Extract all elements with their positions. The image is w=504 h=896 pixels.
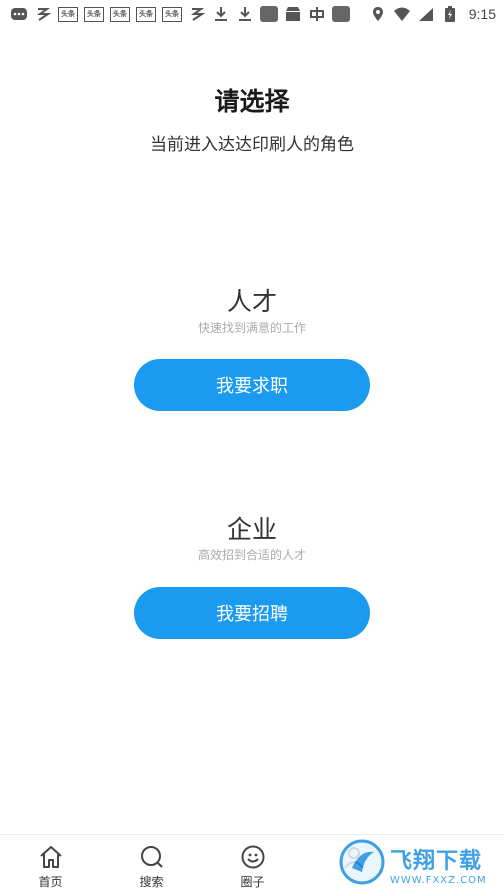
- wifi-icon: [393, 6, 411, 22]
- nav-label: 圈子: [240, 875, 265, 889]
- watermark-text-en: WWW.FXXZ.COM: [390, 874, 487, 886]
- role-description-enterprise: 高效招到合适的人才: [197, 548, 306, 562]
- nav-label: 首页: [38, 875, 63, 889]
- nav-item-home[interactable]: 首页: [0, 835, 101, 896]
- app-icon: [260, 6, 278, 22]
- news-icon: 头条: [110, 6, 130, 22]
- job-seek-button[interactable]: 我要求职: [134, 359, 370, 411]
- news-icon: 头条: [58, 6, 78, 22]
- news-icon: 头条: [136, 6, 156, 22]
- watermark-text-cn: 飞翔下载: [390, 848, 483, 874]
- circle-icon: [239, 843, 267, 871]
- page-subtitle: 当前进入达达印刷人的角色: [150, 135, 354, 155]
- role-title-enterprise: 企业: [226, 515, 277, 544]
- role-title-talent: 人才: [226, 287, 277, 316]
- download-icon: [236, 6, 254, 22]
- app-icon: [332, 6, 350, 22]
- news-icon: 头条: [162, 6, 182, 22]
- app-logo-icon: [188, 6, 206, 22]
- page-title: 请选择: [214, 87, 290, 116]
- home-icon: [37, 843, 65, 871]
- news-icon: 头条: [84, 6, 104, 22]
- status-bar: 头条 头条 头条 头条 头条 9:15: [0, 0, 504, 28]
- nav-item-search[interactable]: 搜索: [101, 835, 202, 896]
- store-icon: [284, 6, 302, 22]
- battery-icon: [441, 6, 459, 22]
- recruit-button[interactable]: 我要招聘: [134, 587, 370, 639]
- download-icon: [212, 6, 230, 22]
- nav-label: 搜索: [139, 875, 164, 889]
- watermark-logo-icon: [338, 838, 386, 890]
- notification-icons: 头条 头条 头条 头条 头条: [10, 6, 350, 22]
- app-logo-icon: [308, 6, 326, 22]
- role-description-talent: 快速找到满意的工作: [197, 321, 306, 335]
- watermark-text: 飞翔下载 WWW.FXXZ.COM: [390, 843, 487, 886]
- clock: 9:15: [468, 6, 496, 22]
- chat-bubble-icon: [10, 6, 28, 22]
- nav-item-circle[interactable]: 圈子: [202, 835, 303, 896]
- location-icon: [369, 6, 387, 22]
- watermark: 飞翔下载 WWW.FXXZ.COM: [338, 836, 498, 892]
- system-icons: 9:15: [369, 6, 496, 22]
- app-logo-icon: [34, 6, 52, 22]
- signal-icon: [417, 6, 435, 22]
- search-icon: [138, 843, 166, 871]
